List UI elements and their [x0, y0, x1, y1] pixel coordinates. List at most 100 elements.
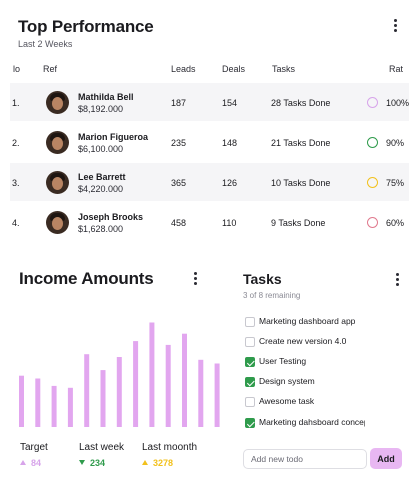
row-number: 3. [12, 178, 20, 188]
chart-bar [19, 375, 24, 427]
task-item[interactable]: Design system [245, 376, 365, 388]
person-name: Marion Figueroa [78, 132, 149, 142]
person-amount: $4,220.000 [78, 184, 124, 194]
tasks-value: 10 Tasks Done [271, 178, 331, 188]
tasks-card: Tasks 3 of 8 remaining Marketing dashboa… [237, 262, 419, 477]
column-header-rate[interactable]: Rat [389, 64, 403, 74]
checkbox-icon[interactable] [245, 377, 255, 387]
rate-ring-icon [367, 97, 378, 108]
add-todo-button[interactable]: Add [370, 448, 402, 469]
stat-label-last-month: Last moonth [142, 442, 198, 453]
top-performance-subtitle: Last 2 Weeks [18, 39, 73, 49]
leads-value: 235 [171, 138, 187, 148]
chart-bar [133, 341, 139, 427]
tasks-remaining: 3 of 8 remaining [243, 291, 301, 300]
leads-value: 365 [171, 178, 187, 188]
rate-value: 75% [386, 178, 405, 188]
task-item[interactable]: Marketing dahsboard concept [245, 417, 365, 429]
task-label: Awesome task [259, 396, 315, 406]
person-name: Lee Barrett [78, 172, 126, 182]
checkbox-icon[interactable] [245, 357, 255, 367]
checkbox-icon[interactable] [245, 317, 255, 327]
chart-bar [116, 357, 122, 427]
row-number: 2. [12, 138, 20, 148]
person-name: Joseph Brooks [78, 212, 144, 222]
task-label: Marketing dashboard app [259, 316, 356, 326]
column-header-no[interactable]: lo [13, 64, 20, 74]
chart-bar [182, 333, 187, 427]
stat-value-text: 3278 [153, 458, 174, 468]
table-row[interactable]: 2. Marion Figueroa $6,100.000 235 148 21… [10, 123, 409, 161]
income-amounts-card: Income Amounts Target 84 Last week 234 L… [0, 262, 230, 477]
avatar [46, 211, 69, 234]
leads-value: 187 [171, 98, 187, 108]
stat-value-text: 234 [90, 458, 106, 468]
income-bar-chart [19, 322, 220, 427]
tasks-value: 9 Tasks Done [271, 218, 326, 228]
avatar [46, 91, 69, 114]
chart-bar [67, 387, 73, 427]
deals-value: 148 [222, 138, 238, 148]
avatar [46, 131, 69, 154]
chart-bar [198, 359, 204, 427]
task-label: User Testing [259, 356, 307, 366]
task-item[interactable]: Marketing dashboard app [245, 316, 365, 328]
table-header: lo Ref Leads Deals Tasks Rat [0, 64, 419, 78]
more-options-icon[interactable] [392, 19, 398, 33]
rate-value: 60% [386, 218, 405, 228]
task-label: Marketing dahsboard concept [259, 417, 365, 427]
task-item[interactable]: User Testing [245, 356, 365, 368]
chart-bar [149, 322, 155, 427]
row-number: 4. [12, 218, 20, 228]
task-label: Create new version 4.0 [259, 336, 347, 346]
deals-value: 110 [222, 218, 237, 228]
rate-value: 100% [386, 98, 410, 108]
more-options-icon[interactable] [394, 273, 400, 287]
deals-value: 154 [222, 98, 238, 108]
rate-ring-icon [367, 177, 378, 188]
tasks-value: 28 Tasks Done [271, 98, 331, 108]
task-item[interactable]: Create new version 4.0 [245, 336, 365, 348]
person-amount: $8,192.000 [78, 104, 124, 114]
chart-bar [165, 344, 171, 427]
task-label: Design system [259, 376, 315, 386]
table-row[interactable]: 1. Mathilda Bell $8,192.000 187 154 28 T… [10, 83, 409, 121]
leads-value: 458 [171, 218, 187, 228]
tasks-title: Tasks [243, 271, 282, 287]
trend-up-icon [142, 460, 148, 465]
chart-bar [100, 370, 106, 427]
top-performance-card: Top Performance Last 2 Weeks lo Ref Lead… [0, 0, 419, 252]
chart-bar [84, 354, 90, 427]
stat-value-last-week: 234 [79, 458, 105, 468]
column-header-leads[interactable]: Leads [171, 64, 196, 74]
chart-bar [51, 385, 57, 427]
stat-value-last-month: 3278 [142, 458, 173, 468]
tasks-value: 21 Tasks Done [271, 138, 331, 148]
column-header-deals[interactable]: Deals [222, 64, 245, 74]
chart-bar [35, 378, 41, 427]
table-row[interactable]: 4. Joseph Brooks $1,628.000 458 110 9 Ta… [10, 203, 409, 241]
deals-value: 126 [222, 178, 238, 188]
person-amount: $6,100.000 [78, 144, 124, 154]
trend-up-icon [20, 460, 26, 465]
avatar [46, 171, 69, 194]
person-name: Mathilda Bell [78, 92, 134, 102]
column-header-tasks[interactable]: Tasks [272, 64, 295, 74]
checkbox-icon[interactable] [245, 418, 255, 428]
stat-value-text: 84 [31, 458, 42, 468]
checkbox-icon[interactable] [245, 337, 255, 347]
table-row[interactable]: 3. Lee Barrett $4,220.000 365 126 10 Tas… [10, 163, 409, 201]
stat-value-target: 84 [20, 458, 41, 468]
rate-ring-icon [367, 137, 378, 148]
stat-label-target: Target [20, 442, 48, 453]
column-header-ref[interactable]: Ref [43, 64, 57, 74]
person-amount: $1,628.000 [78, 224, 124, 234]
row-number: 1. [12, 98, 20, 108]
new-todo-input[interactable] [243, 449, 367, 469]
checkbox-icon[interactable] [245, 397, 255, 407]
trend-down-icon [79, 460, 85, 465]
rate-ring-icon [367, 217, 378, 228]
rate-value: 90% [386, 138, 405, 148]
task-item[interactable]: Awesome task [245, 396, 365, 408]
chart-bar [214, 363, 220, 427]
